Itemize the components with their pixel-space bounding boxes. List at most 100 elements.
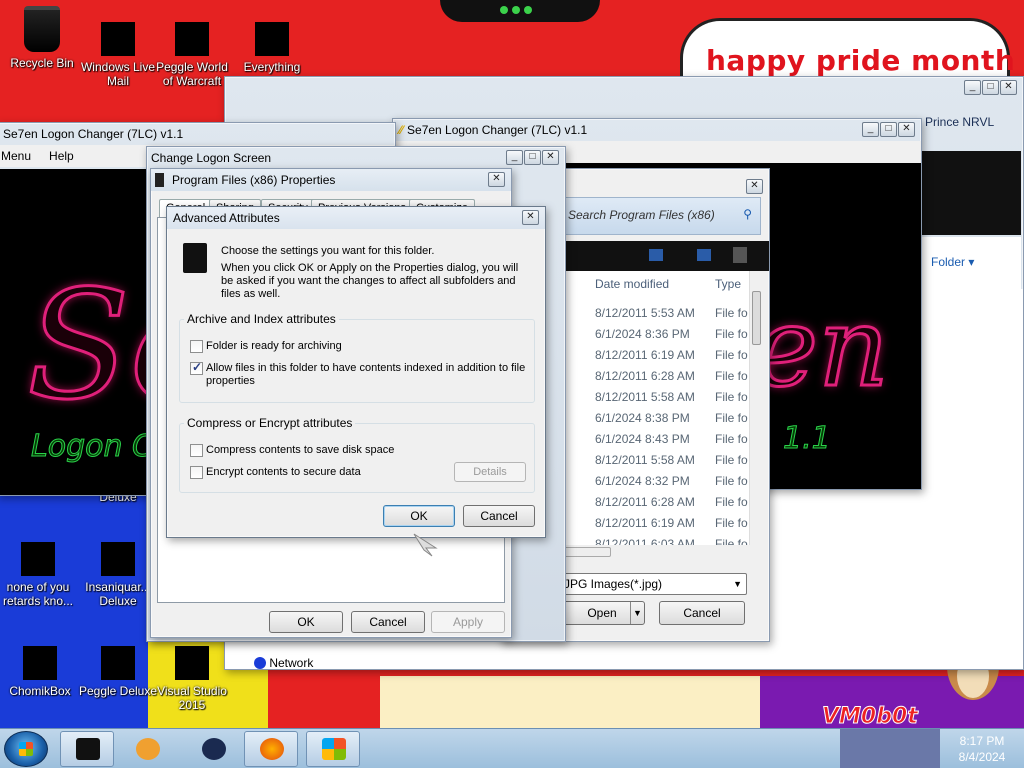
chomikbox-icon: [23, 646, 57, 680]
column-header-date[interactable]: Date modified: [595, 277, 669, 291]
taskbar-item-se7en[interactable]: [306, 731, 360, 767]
properties-apply-button[interactable]: Apply: [431, 611, 505, 633]
file-date: 6/1/2024 8:36 PM: [595, 327, 690, 341]
file-date: 6/1/2024 8:32 PM: [595, 474, 690, 488]
column-header-type[interactable]: Type: [715, 277, 741, 291]
details-button[interactable]: Details: [454, 462, 526, 482]
desktop-icon-everything[interactable]: Everything: [230, 22, 314, 74]
maximize-button[interactable]: □: [982, 80, 999, 95]
search-box[interactable]: Search Program Files (x86) ⚲: [561, 197, 761, 235]
file-row[interactable]: 8/12/2011 6:19 AM File fo: [585, 345, 763, 366]
window-controls: _ □ ✕: [862, 122, 915, 137]
preview-pane-icon[interactable]: [697, 249, 711, 261]
desktop-icon-chomikbox[interactable]: ChomikBox: [0, 646, 82, 698]
file-row[interactable]: 8/12/2011 6:19 AM File fo: [585, 513, 763, 534]
minimize-button[interactable]: _: [862, 122, 879, 137]
menu-item-menu[interactable]: Menu: [1, 149, 31, 163]
compress-group: Compress or Encrypt attributes Compress …: [179, 416, 535, 493]
scrollbar-thumb[interactable]: [752, 291, 761, 345]
preview-version-text: 1.1: [783, 421, 832, 457]
desktop-icon-peggle-deluxe[interactable]: Peggle Deluxe: [76, 646, 160, 698]
advanced-attributes-dialog[interactable]: Advanced Attributes ✕ Choose the setting…: [166, 206, 546, 538]
file-type: File fo: [715, 474, 748, 488]
open-dropdown-arrow[interactable]: ▼: [630, 602, 644, 624]
close-button[interactable]: ✕: [488, 172, 505, 187]
file-row[interactable]: 8/12/2011 6:28 AM File fo: [585, 366, 763, 387]
clock[interactable]: 8:17 PM 8/4/2024: [940, 733, 1024, 765]
taskbar-item-firefox[interactable]: [244, 731, 298, 767]
file-date: 8/12/2011 6:19 AM: [595, 516, 695, 530]
maximize-button[interactable]: □: [880, 122, 897, 137]
file-date: 6/1/2024 8:38 PM: [595, 411, 690, 425]
archive-checkbox[interactable]: [190, 340, 203, 353]
taskbar-item-media[interactable]: [120, 731, 174, 767]
preview-subtitle-text: Logon C: [31, 429, 154, 465]
close-button[interactable]: ✕: [746, 179, 763, 194]
vertical-scrollbar[interactable]: [749, 271, 763, 545]
file-row[interactable]: 6/1/2024 8:36 PM File fo: [585, 324, 763, 345]
back-window-thumbnail: [921, 151, 1021, 235]
back-window-pane: Folder ▾: [921, 237, 1021, 289]
desktop-icon-recycle-bin[interactable]: Recycle Bin: [0, 6, 84, 70]
close-button[interactable]: ✕: [542, 150, 559, 165]
compress-option-label[interactable]: Compress contents to save disk space: [206, 444, 394, 456]
file-date: 8/12/2011 6:28 AM: [595, 495, 695, 509]
insaniquarium-icon: [101, 542, 135, 576]
maximize-button[interactable]: □: [524, 150, 541, 165]
folder-menu[interactable]: Folder ▾: [931, 255, 974, 269]
taskbar-item-recycle[interactable]: [60, 731, 114, 767]
folder-icon: [183, 243, 207, 273]
file-type-filter[interactable]: JPG Images(*.jpg) ▼: [559, 573, 747, 595]
window-title: Se7en Logon Changer (7LC) v1.1: [407, 123, 588, 137]
notification-area[interactable]: [840, 729, 940, 768]
close-button[interactable]: ✕: [898, 122, 915, 137]
view-icon[interactable]: [649, 249, 663, 261]
desktop-icon-peggle-wow[interactable]: Peggle World of Warcraft: [150, 22, 234, 88]
nav-network[interactable]: Network: [254, 656, 313, 670]
window-title: Change Logon Screen: [151, 151, 272, 165]
file-row[interactable]: 8/12/2011 5:53 AM File fo: [585, 303, 763, 324]
advanced-ok-button[interactable]: OK: [383, 505, 455, 527]
file-row[interactable]: 6/1/2024 8:32 PM File fo: [585, 471, 763, 492]
file-type: File fo: [715, 516, 748, 530]
archive-option-label[interactable]: Folder is ready for archiving: [206, 340, 342, 352]
file-row[interactable]: 8/12/2011 6:28 AM File fo: [585, 492, 763, 513]
desktop-icon-none-of-you[interactable]: none of you retards kno...: [0, 542, 78, 608]
start-button[interactable]: [4, 731, 48, 767]
minimize-button[interactable]: _: [506, 150, 523, 165]
advanced-cancel-button[interactable]: Cancel: [463, 505, 535, 527]
file-type: File fo: [715, 306, 748, 320]
properties-ok-button[interactable]: OK: [269, 611, 343, 633]
file-row[interactable]: 8/12/2011 6:03 AM File fo: [585, 534, 763, 545]
properties-cancel-button[interactable]: Cancel: [351, 611, 425, 633]
encrypt-option-label[interactable]: Encrypt contents to secure data: [206, 466, 361, 478]
preview-logo-text: en: [752, 282, 891, 413]
peggle-icon: [21, 542, 55, 576]
file-date: 6/1/2024 8:43 PM: [595, 432, 690, 446]
open-cancel-button[interactable]: Cancel: [659, 601, 745, 625]
menu-item-help[interactable]: Help: [49, 149, 74, 163]
file-row[interactable]: 6/1/2024 8:43 PM File fo: [585, 429, 763, 450]
open-button[interactable]: Open ▼: [559, 601, 645, 625]
taskbar-item-browser[interactable]: [186, 731, 240, 767]
recycle-bin-icon: [24, 6, 60, 52]
mouse-cursor-icon: [413, 533, 438, 557]
desktop-icon-visual-studio[interactable]: Visual Studio 2015: [150, 646, 234, 712]
pride-banner-text: happy pride month: [706, 44, 1016, 77]
file-row[interactable]: 8/12/2011 5:58 AM File fo: [585, 450, 763, 471]
encrypt-checkbox[interactable]: [190, 466, 203, 479]
compress-checkbox[interactable]: [190, 444, 203, 457]
file-type: File fo: [715, 348, 748, 362]
media-player-icon: [136, 738, 160, 760]
help-icon[interactable]: [733, 247, 747, 263]
file-row[interactable]: 8/12/2011 5:58 AM File fo: [585, 387, 763, 408]
close-button[interactable]: ✕: [522, 210, 539, 225]
window-controls: _ □ ✕: [506, 150, 559, 165]
index-checkbox[interactable]: [190, 360, 203, 375]
minimize-button[interactable]: _: [964, 80, 981, 95]
file-row[interactable]: 6/1/2024 8:38 PM File fo: [585, 408, 763, 429]
desktop-icon-windows-live-mail[interactable]: Windows Live Mail: [76, 22, 160, 88]
file-date: 8/12/2011 5:53 AM: [595, 306, 695, 320]
index-option-label[interactable]: Allow files in this folder to have conte…: [206, 362, 532, 388]
close-button[interactable]: ✕: [1000, 80, 1017, 95]
